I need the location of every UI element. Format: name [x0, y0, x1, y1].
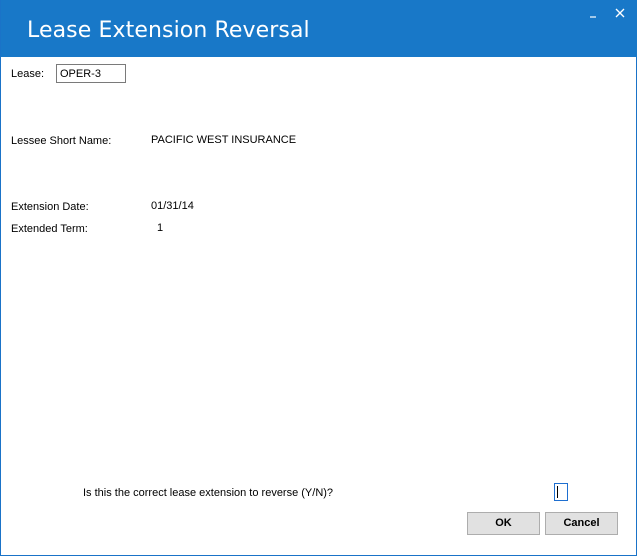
extended-term-label: Extended Term: — [11, 223, 88, 235]
lessee-short-name-label: Lessee Short Name: — [11, 135, 112, 147]
title-bar: Lease Extension Reversal — [1, 0, 637, 57]
minimize-button[interactable] — [586, 6, 602, 22]
close-icon — [615, 8, 625, 18]
confirm-reverse-prompt: Is this the correct lease extension to r… — [83, 487, 334, 499]
text-caret — [557, 486, 558, 498]
lessee-short-name-value: PACIFIC WEST INSURANCE — [151, 134, 297, 146]
extended-term-value: 1 — [157, 222, 164, 234]
extension-date-label: Extension Date: — [11, 201, 89, 213]
cancel-button[interactable]: Cancel — [545, 512, 618, 535]
lease-input[interactable] — [56, 64, 126, 83]
lease-extension-reversal-window: Lease Extension Reversal Lease: Lessee S… — [0, 0, 637, 556]
window-title: Lease Extension Reversal — [27, 18, 310, 43]
ok-button[interactable]: OK — [467, 512, 540, 535]
lease-label: Lease: — [11, 68, 45, 80]
minimize-icon — [590, 16, 596, 18]
extension-date-value: 01/31/14 — [151, 200, 194, 212]
close-button[interactable] — [613, 6, 629, 22]
